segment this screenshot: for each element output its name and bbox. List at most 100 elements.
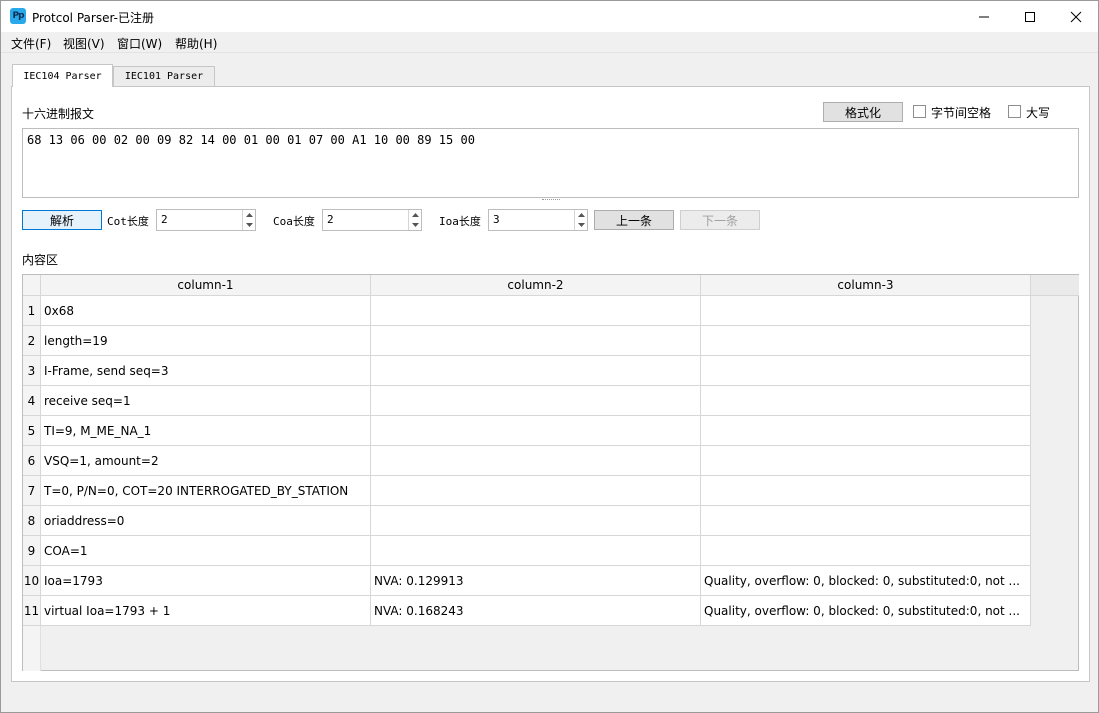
table-row[interactable]: 1 0x68 [23, 296, 1031, 326]
table-cell[interactable]: COA=1 [41, 536, 371, 566]
table-cell[interactable]: Ioa=1793 [41, 566, 371, 596]
table-cell[interactable]: length=19 [41, 326, 371, 356]
ioa-value: 3 [493, 213, 500, 226]
table-cell[interactable] [371, 326, 701, 356]
menu-file[interactable]: 文件(F) [11, 35, 51, 52]
row-number[interactable]: 8 [23, 506, 41, 536]
cot-spin-arrows [242, 210, 255, 230]
parse-button[interactable]: 解析 [22, 210, 102, 230]
table-cell[interactable] [701, 476, 1031, 506]
chevron-up-icon[interactable] [409, 210, 421, 220]
cot-spinbox[interactable]: 2 [156, 209, 256, 231]
cot-value: 2 [161, 213, 168, 226]
byte-space-checkbox[interactable] [913, 105, 926, 118]
row-number[interactable]: 2 [23, 326, 41, 356]
app-icon: Pp [10, 8, 26, 24]
table-corner[interactable] [23, 275, 41, 296]
menu-view[interactable]: 视图(V) [63, 35, 105, 52]
table-cell[interactable]: I-Frame, send seq=3 [41, 356, 371, 386]
tab-iec104[interactable]: IEC104 Parser [12, 64, 113, 87]
table-cell[interactable]: Quality, overflow: 0, blocked: 0, substi… [701, 596, 1031, 626]
header-filler [1031, 275, 1079, 296]
chevron-up-icon[interactable] [243, 210, 255, 220]
table-cell[interactable]: Quality, overflow: 0, blocked: 0, substi… [701, 566, 1031, 596]
splitter-handle[interactable] [542, 199, 560, 201]
row-header-strip [23, 626, 41, 671]
maximize-button[interactable] [1007, 1, 1053, 32]
coa-spinbox[interactable]: 2 [322, 209, 422, 231]
table-cell[interactable]: NVA: 0.129913 [371, 566, 701, 596]
row-number[interactable]: 7 [23, 476, 41, 506]
table-cell[interactable] [701, 416, 1031, 446]
table-cell[interactable] [701, 326, 1031, 356]
ioa-label: Ioa长度 [439, 215, 481, 228]
hex-input[interactable]: 68 13 06 00 02 00 09 82 14 00 01 00 01 0… [22, 128, 1079, 198]
table-cell[interactable] [371, 476, 701, 506]
table-cell[interactable]: oriaddress=0 [41, 506, 371, 536]
table-cell[interactable] [371, 446, 701, 476]
row-number[interactable]: 10 [23, 566, 41, 596]
maximize-icon [1025, 11, 1035, 22]
table-row[interactable]: 2 length=19 [23, 326, 1031, 356]
table-cell[interactable] [701, 386, 1031, 416]
table-cell[interactable] [701, 356, 1031, 386]
table-cell[interactable] [371, 536, 701, 566]
table-row[interactable]: 5 TI=9, M_ME_NA_1 [23, 416, 1031, 446]
title-bar[interactable]: Pp Protcol Parser-已注册 [1, 1, 1098, 32]
table-row[interactable]: 9 COA=1 [23, 536, 1031, 566]
table-cell[interactable]: virtual Ioa=1793 + 1 [41, 596, 371, 626]
table-cell[interactable] [701, 446, 1031, 476]
row-number[interactable]: 6 [23, 446, 41, 476]
table-cell[interactable]: receive seq=1 [41, 386, 371, 416]
table-row[interactable]: 6 VSQ=1, amount=2 [23, 446, 1031, 476]
close-button[interactable] [1053, 1, 1099, 32]
column-header-3[interactable]: column-3 [701, 275, 1031, 296]
row-number[interactable]: 11 [23, 596, 41, 626]
table-cell[interactable] [371, 416, 701, 446]
row-number[interactable]: 1 [23, 296, 41, 326]
tab-iec101[interactable]: IEC101 Parser [113, 66, 215, 86]
chevron-down-icon[interactable] [575, 220, 587, 230]
column-header-2[interactable]: column-2 [371, 275, 701, 296]
content-table[interactable]: column-1 column-2 column-3 1 0x68 2 leng… [22, 274, 1079, 671]
table-row[interactable]: 8 oriaddress=0 [23, 506, 1031, 536]
row-number[interactable]: 5 [23, 416, 41, 446]
minimize-button[interactable] [961, 1, 1007, 32]
table-cell[interactable] [371, 386, 701, 416]
table-row[interactable]: 3 I-Frame, send seq=3 [23, 356, 1031, 386]
table-cell[interactable]: T=0, P/N=0, COT=20 INTERROGATED_BY_STATI… [41, 476, 371, 506]
table-cell[interactable] [701, 506, 1031, 536]
menu-window[interactable]: 窗口(W) [117, 35, 162, 52]
table-cell[interactable] [371, 296, 701, 326]
app-window: Pp Protcol Parser-已注册 文件(F) 视图(V) 窗口(W) … [0, 0, 1099, 713]
uppercase-checkbox[interactable] [1008, 105, 1021, 118]
table-row[interactable]: 10 Ioa=1793 NVA: 0.129913 Quality, overf… [23, 566, 1031, 596]
menu-bar: 文件(F) 视图(V) 窗口(W) 帮助(H) [1, 32, 1098, 53]
column-header-1[interactable]: column-1 [41, 275, 371, 296]
table-cell[interactable]: TI=9, M_ME_NA_1 [41, 416, 371, 446]
table-cell[interactable] [701, 296, 1031, 326]
table-cell[interactable] [701, 536, 1031, 566]
chevron-up-icon[interactable] [575, 210, 587, 220]
table-row[interactable]: 7 T=0, P/N=0, COT=20 INTERROGATED_BY_STA… [23, 476, 1031, 506]
row-number[interactable]: 3 [23, 356, 41, 386]
table-cell[interactable]: 0x68 [41, 296, 371, 326]
format-button[interactable]: 格式化 [823, 102, 903, 122]
table-row[interactable]: 4 receive seq=1 [23, 386, 1031, 416]
next-button[interactable]: 下一条 [680, 210, 760, 230]
prev-button[interactable]: 上一条 [594, 210, 674, 230]
minimize-icon [979, 16, 989, 17]
table-cell[interactable] [371, 356, 701, 386]
row-number[interactable]: 4 [23, 386, 41, 416]
row-number[interactable]: 9 [23, 536, 41, 566]
table-row[interactable]: 11 virtual Ioa=1793 + 1 NVA: 0.168243 Qu… [23, 596, 1031, 626]
table-cell[interactable] [371, 506, 701, 536]
table-cell[interactable]: VSQ=1, amount=2 [41, 446, 371, 476]
menu-help[interactable]: 帮助(H) [175, 35, 217, 52]
uppercase-label: 大写 [1026, 106, 1051, 120]
ioa-spinbox[interactable]: 3 [488, 209, 588, 231]
table-cell[interactable]: NVA: 0.168243 [371, 596, 701, 626]
chevron-down-icon[interactable] [243, 220, 255, 230]
window-title: Protcol Parser-已注册 [32, 11, 154, 25]
chevron-down-icon[interactable] [409, 220, 421, 230]
